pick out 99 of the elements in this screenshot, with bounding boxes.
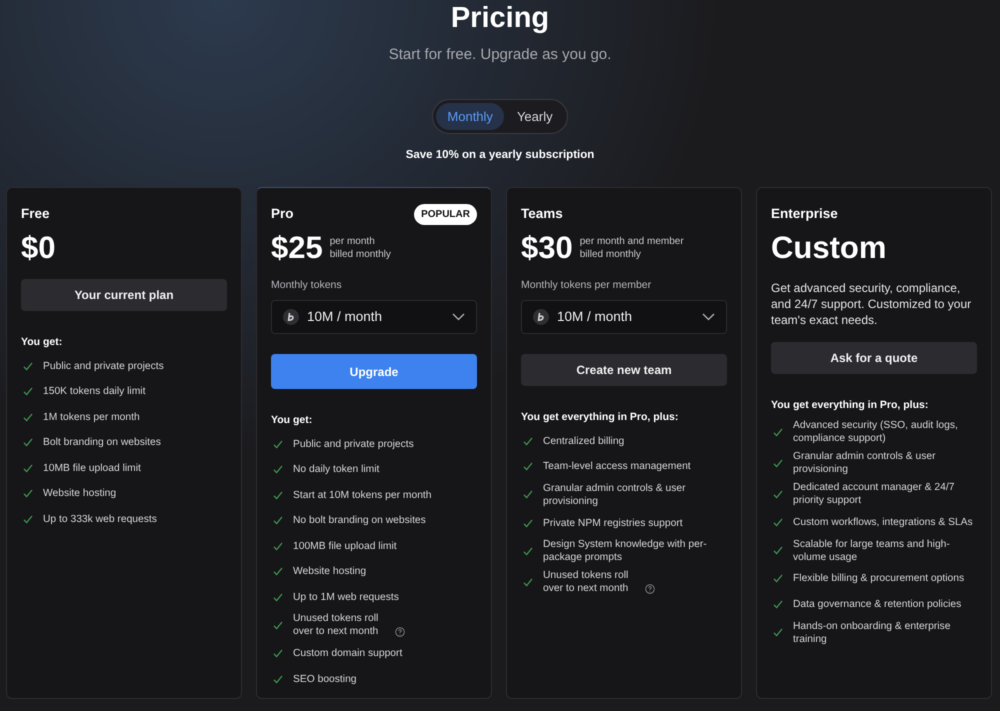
check-icon xyxy=(773,490,783,498)
check-icon xyxy=(523,462,533,471)
plan-button[interactable]: Your current plan xyxy=(21,279,227,312)
feature-text: Custom domain support xyxy=(293,647,404,660)
feature-text: Bolt branding on websites xyxy=(43,436,162,450)
token-select-label: Monthly tokens xyxy=(271,278,343,294)
chevron-down-icon xyxy=(702,313,715,321)
feature-text: Up to 333k web requests xyxy=(43,512,158,526)
check-icon xyxy=(273,542,283,550)
check-icon xyxy=(773,574,783,584)
savings-note: Save 10% on a yearly subscription xyxy=(406,148,594,163)
check-icon xyxy=(773,546,783,555)
token-icon xyxy=(533,309,549,325)
plan-button[interactable]: Upgrade xyxy=(271,354,477,389)
feature-text: Public and private projects xyxy=(293,438,415,450)
check-icon xyxy=(23,438,33,448)
price-note: billed monthly xyxy=(330,248,391,262)
feature-text: Dedicated account manager & 24/7 priority support xyxy=(793,481,956,507)
features-heading: You get: xyxy=(271,413,314,428)
check-icon xyxy=(273,620,283,630)
feature-text: Start at 10M tokens per month xyxy=(293,488,433,502)
feature-text: No bolt branding on websites xyxy=(293,514,427,527)
feature-text: 1M tokens per month xyxy=(43,410,141,424)
check-icon xyxy=(273,490,283,500)
check-icon xyxy=(23,514,33,524)
token-select[interactable]: 10M / month xyxy=(271,300,477,334)
feature-text: Website hosting xyxy=(293,565,368,578)
plan-name: Free xyxy=(21,205,50,224)
feature-text: Data governance & retention policies xyxy=(793,598,962,611)
page-title: Pricing xyxy=(450,1,550,35)
feature-text: 100MB file upload limit xyxy=(293,540,398,552)
feature-text: Custom workflows, integrations & SLAs xyxy=(793,516,974,529)
check-icon xyxy=(273,465,283,474)
feature-text: Up to 1M web requests xyxy=(293,590,400,604)
check-icon xyxy=(273,592,283,602)
check-icon xyxy=(773,628,783,637)
feature-text: 150K tokens daily limit xyxy=(43,385,146,398)
price-note: per month xyxy=(330,235,376,248)
check-icon xyxy=(23,464,33,473)
token-icon xyxy=(283,309,299,325)
check-icon xyxy=(23,387,33,396)
billing-tab[interactable]: Monthly xyxy=(436,102,504,130)
page-subtitle: Start for free. Upgrade as you go. xyxy=(388,45,612,65)
check-icon xyxy=(523,490,533,500)
check-icon xyxy=(523,578,533,587)
plan-price: Custom xyxy=(771,229,886,267)
check-icon xyxy=(773,518,783,527)
token-select-label: Monthly tokens per member xyxy=(521,278,652,294)
feature-text: Hands-on onboarding & enterprise training xyxy=(793,620,952,646)
check-icon xyxy=(773,600,783,609)
feature-text: 10MB file upload limit xyxy=(43,462,142,475)
check-icon xyxy=(273,649,283,658)
plan-price: $25 xyxy=(271,229,323,267)
plan-price: $0 xyxy=(21,229,56,267)
feature-text: Design System knowledge with per-package prompts xyxy=(543,538,708,564)
check-icon xyxy=(773,458,783,468)
billing-tab[interactable]: Yearly xyxy=(506,102,564,130)
check-icon xyxy=(773,428,783,436)
feature-text: Centralized billing xyxy=(543,434,626,448)
feature-text: Scalable for large teams and high-volume usage xyxy=(793,538,951,564)
plan-description: Get advanced security, compliance, and 24/7 support. Customized to your team's exact needs. xyxy=(771,280,972,328)
plan-button[interactable]: Create new team xyxy=(521,354,727,386)
feature-text: SEO boosting xyxy=(293,672,358,686)
token-select[interactable]: 10M / month xyxy=(521,300,727,334)
feature-text: Advanced security (SSO, audit logs, compliance support) xyxy=(793,419,959,445)
check-icon xyxy=(523,518,533,528)
help-icon[interactable] xyxy=(395,627,405,638)
check-icon xyxy=(273,567,283,576)
check-icon xyxy=(23,412,33,422)
check-icon xyxy=(23,362,33,371)
feature-text: Unused tokens roll over to next month xyxy=(293,612,380,638)
feature-text: Unused tokens roll over to next month xyxy=(543,569,630,596)
plan-name: Pro xyxy=(271,205,294,224)
feature-text: Granular admin controls & user provisioning xyxy=(793,450,937,476)
check-icon xyxy=(273,516,283,525)
feature-text: Flexible billing & procurement options xyxy=(793,572,966,586)
feature-text: Public and private projects xyxy=(43,360,165,373)
chevron-down-icon xyxy=(452,313,465,321)
feature-text: Granular admin controls & user provisioning xyxy=(543,482,687,508)
check-icon xyxy=(523,546,533,556)
price-note: per month and member xyxy=(580,235,684,248)
check-icon xyxy=(273,440,283,448)
price-note: billed monthly xyxy=(580,248,642,262)
features-heading: You get everything in Pro, plus: xyxy=(521,410,680,425)
feature-text: No daily token limit xyxy=(293,463,380,476)
check-icon xyxy=(23,489,33,498)
feature-text: Private NPM registries support xyxy=(543,516,684,530)
plan-name: Enterprise xyxy=(771,205,838,224)
features-heading: You get everything in Pro, plus: xyxy=(771,398,930,414)
feature-text: Website hosting xyxy=(43,487,118,500)
features-heading: You get: xyxy=(21,335,64,350)
plan-button[interactable]: Ask for a quote xyxy=(771,342,977,374)
popular-badge: POPULAR xyxy=(414,204,477,225)
plan-price: $30 xyxy=(521,229,573,267)
help-icon[interactable] xyxy=(645,584,655,594)
check-icon xyxy=(523,436,533,446)
check-icon xyxy=(273,674,283,684)
feature-text: Team-level access management xyxy=(543,460,692,473)
plan-name: Teams xyxy=(521,205,563,224)
